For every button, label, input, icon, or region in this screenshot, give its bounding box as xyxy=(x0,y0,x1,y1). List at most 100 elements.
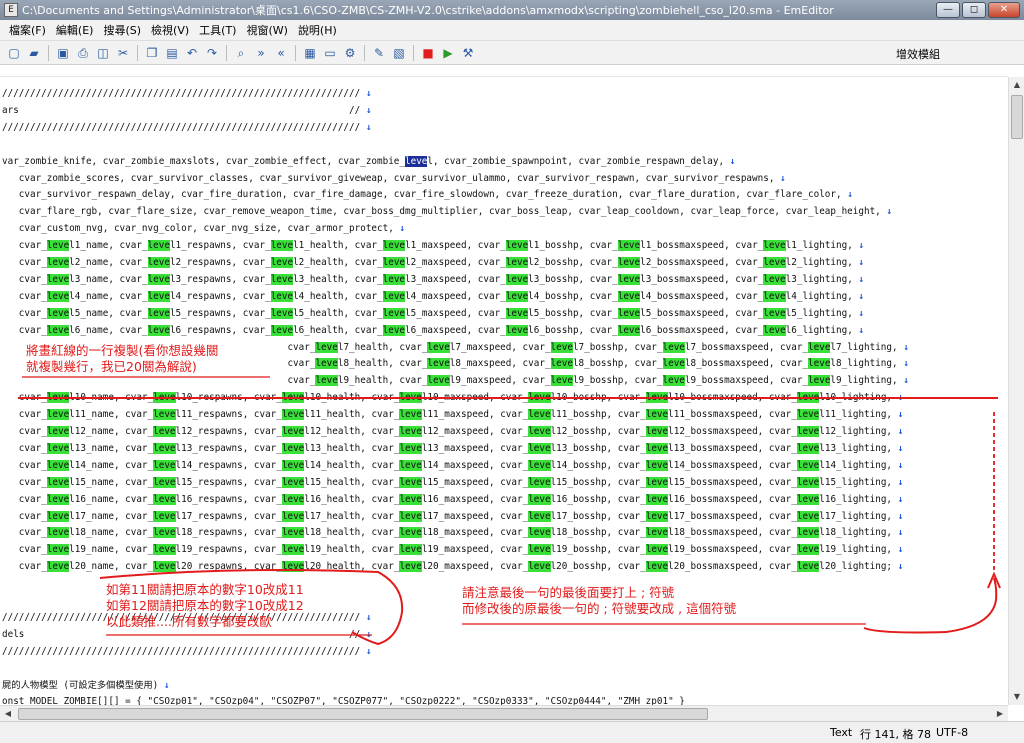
scroll-down-icon[interactable]: ▼ xyxy=(1009,689,1024,705)
code-line: cvar_level2_name, cvar_level2_respawns, … xyxy=(2,257,865,268)
horizontal-scroll-thumb[interactable] xyxy=(18,708,708,720)
toolbar-separator xyxy=(295,44,296,61)
scroll-right-icon[interactable]: ▶ xyxy=(992,706,1008,722)
vertical-scrollbar[interactable]: ▲ ▼ xyxy=(1008,77,1024,705)
status-bar: Text 行 141, 格 78 UTF-8 xyxy=(0,721,1024,743)
code-line: cvar_level10_name, cvar_level10_respawns… xyxy=(2,392,904,404)
macro-icon[interactable]: ▧ xyxy=(391,45,407,61)
paste-icon[interactable]: ▤ xyxy=(164,45,180,61)
line-end-icon: ↓ xyxy=(852,324,865,336)
wrap-icon[interactable]: ▦ xyxy=(302,45,318,61)
search-highlight: leve xyxy=(645,544,669,556)
line-end-icon: ↓ xyxy=(892,561,904,573)
search-highlight: leve xyxy=(645,476,669,488)
minimize-icon[interactable]: — xyxy=(936,2,960,18)
save-icon[interactable]: ▣ xyxy=(55,45,71,61)
window-icon[interactable]: ▭ xyxy=(322,45,338,61)
line-end-icon: ↓ xyxy=(892,459,904,471)
redo-icon[interactable]: ↷ xyxy=(204,45,220,61)
search-highlight: leve xyxy=(46,544,70,556)
search-highlight: leve xyxy=(505,273,529,285)
menu-item[interactable]: 說明(H) xyxy=(293,22,342,38)
line-end-icon: ↓ xyxy=(892,476,904,488)
search-highlight: leve xyxy=(528,493,551,505)
search-highlight: leve xyxy=(528,476,551,488)
search-highlight: leve xyxy=(382,240,406,252)
status-position: 行 141, 格 78 xyxy=(860,728,931,741)
search-highlight: leve xyxy=(427,341,450,353)
line-end-icon: ↓ xyxy=(841,189,853,201)
open-folder-icon[interactable]: ▰ xyxy=(26,45,42,61)
status-encoding: UTF-8 xyxy=(936,726,969,739)
code-line: cvar_level11_name, cvar_level11_respawns… xyxy=(2,409,904,421)
horizontal-scrollbar[interactable]: ◀ ▶ xyxy=(0,705,1008,721)
close-icon[interactable]: ✕ xyxy=(988,2,1020,18)
menu-item[interactable]: 檢視(V) xyxy=(146,22,194,38)
maximize-icon[interactable]: ◻ xyxy=(962,2,986,18)
toolbar-separator xyxy=(226,44,227,61)
toolbar-separator xyxy=(413,44,414,61)
search-highlight: leve xyxy=(645,426,669,437)
code-line: cvar_level4_name, cvar_level4_respawns, … xyxy=(2,290,865,302)
find-next-icon[interactable]: » xyxy=(253,45,269,61)
search-highlight: leve xyxy=(46,392,70,404)
window-title: C:\Documents and Settings\Administrator\… xyxy=(22,4,834,17)
scroll-up-icon[interactable]: ▲ xyxy=(1009,77,1024,93)
code-line: cvar_level19_name, cvar_level19_respawns… xyxy=(2,544,904,556)
search-highlight: leve xyxy=(808,358,831,370)
find-prev-icon[interactable]: « xyxy=(273,45,289,61)
number-note: 如第11關請把原本的數字10改成11 如第12關請把原本的數字10改成12 以此… xyxy=(106,582,304,629)
code-line: ////////////////////////////////////////… xyxy=(2,88,372,99)
search-highlight: leve xyxy=(796,527,820,539)
menu-item[interactable]: 搜尋(S) xyxy=(98,22,146,38)
menu-item[interactable]: 視窗(W) xyxy=(241,22,292,38)
print-preview-icon[interactable]: ◫ xyxy=(95,45,111,61)
scroll-left-icon[interactable]: ◀ xyxy=(0,706,16,722)
search-highlight: leve xyxy=(662,341,685,353)
search-highlight: leve xyxy=(399,510,422,522)
new-file-icon[interactable]: ▢ xyxy=(6,45,22,61)
search-highlight: leve xyxy=(528,527,551,539)
search-highlight: leve xyxy=(399,527,422,539)
search-highlight: leve xyxy=(281,561,305,573)
search-highlight: leve xyxy=(617,290,641,302)
search-highlight: leve xyxy=(270,324,294,336)
status-mode: Text xyxy=(830,726,853,739)
search-highlight: leve xyxy=(796,561,820,573)
search-highlight: leve xyxy=(46,442,70,454)
menu-bar: 檔案(F) 編輯(E) 搜尋(S) 檢視(V) 工具(T) 視窗(W) 說明(H) xyxy=(0,20,1024,41)
toolbar-separator xyxy=(48,44,49,61)
menu-item[interactable]: 編輯(E) xyxy=(51,22,99,38)
plugin-icon[interactable]: ⚒ xyxy=(460,45,476,61)
line-end-icon: ↓ xyxy=(360,104,372,116)
search-highlight: leve xyxy=(505,307,529,319)
search-highlight: leve xyxy=(796,544,820,556)
line-end-icon: ↓ xyxy=(897,358,909,370)
vertical-scroll-thumb[interactable] xyxy=(1011,95,1023,139)
find-icon[interactable]: ⌕ xyxy=(233,45,249,61)
search-highlight: leve xyxy=(617,324,641,336)
search-highlight: leve xyxy=(270,240,294,252)
play-icon[interactable]: ▶ xyxy=(440,45,456,61)
line-end-icon: ↓ xyxy=(724,155,736,167)
undo-icon[interactable]: ↶ xyxy=(184,45,200,61)
cut-icon[interactable]: ✂ xyxy=(115,45,131,61)
stop-icon[interactable]: ■ xyxy=(420,45,436,61)
search-highlight: leve xyxy=(281,442,305,454)
search-highlight: leve xyxy=(645,392,669,404)
search-highlight: leve xyxy=(528,442,551,454)
menu-item[interactable]: 檔案(F) xyxy=(4,22,51,38)
search-highlight: leve xyxy=(315,375,338,387)
print-icon[interactable]: ⎙ xyxy=(75,45,91,61)
config-icon[interactable]: ⚙ xyxy=(342,45,358,61)
copy-icon[interactable]: ❐ xyxy=(144,45,160,61)
search-highlight: leve xyxy=(645,510,669,522)
tools-icon[interactable]: ✎ xyxy=(371,45,387,61)
code-line: cvar_level15_name, cvar_level15_respawns… xyxy=(2,476,904,488)
code-line: ////////////////////////////////////////… xyxy=(2,121,372,133)
plugin-label: 增效模組 xyxy=(896,48,940,61)
line-end-icon: ↓ xyxy=(892,442,904,454)
menu-item[interactable]: 工具(T) xyxy=(194,22,241,38)
search-highlight: leve xyxy=(270,307,294,319)
search-highlight: leve xyxy=(382,290,406,302)
